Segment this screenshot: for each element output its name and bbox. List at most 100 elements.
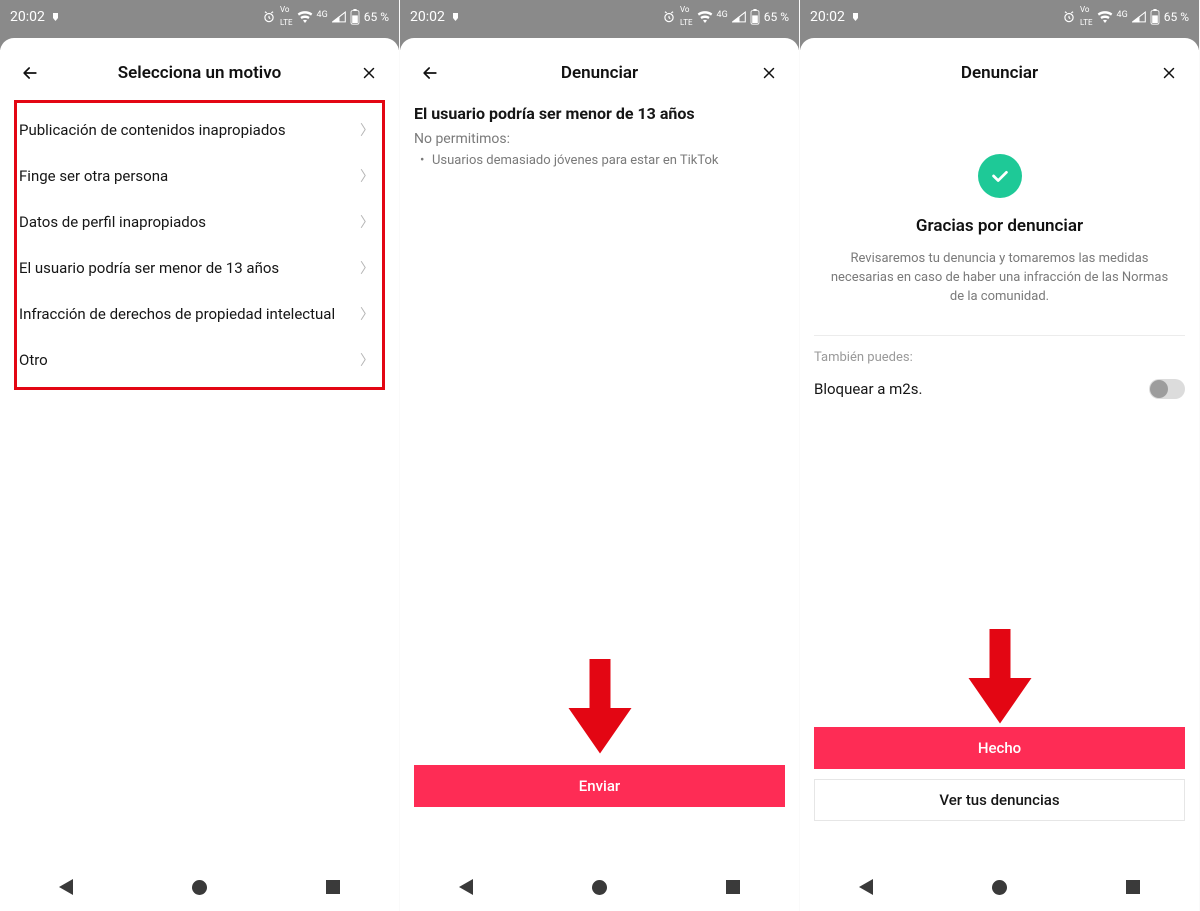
annotation-arrow-icon	[565, 659, 635, 757]
reason-label: Datos de perfil inapropiados	[19, 213, 206, 231]
also-label: También puedes:	[814, 350, 1185, 365]
content-area: Publicación de contenidos inapropiados 〉…	[0, 96, 399, 863]
chevron-right-icon: 〉	[360, 304, 374, 324]
battery-icon	[1150, 9, 1160, 25]
done-button[interactable]: Hecho	[814, 727, 1185, 769]
status-time: 20:02	[410, 9, 445, 25]
network-4g: 4G	[717, 10, 728, 20]
chevron-right-icon: 〉	[360, 120, 374, 140]
close-button[interactable]	[355, 59, 383, 87]
reason-item[interactable]: Finge ser otra persona 〉	[17, 153, 382, 199]
alarm-icon	[1062, 10, 1076, 24]
android-nav-bar	[800, 863, 1199, 911]
annotation-arrow-icon	[965, 629, 1035, 727]
alarm-icon	[262, 10, 276, 24]
battery-icon	[750, 9, 760, 25]
nav-recent-icon[interactable]	[726, 880, 740, 894]
page-title: Denunciar	[444, 63, 755, 83]
view-reports-label: Ver tus denuncias	[939, 791, 1059, 809]
nav-back-icon[interactable]	[59, 879, 73, 895]
wifi-icon	[297, 11, 313, 23]
status-bar: 20:02 VoLTE 4G 65 %	[400, 0, 799, 34]
network-label: VoLTE	[1080, 6, 1093, 28]
reason-label: Finge ser otra persona	[19, 167, 168, 185]
block-toggle[interactable]	[1149, 379, 1185, 399]
nav-recent-icon[interactable]	[326, 880, 340, 894]
reason-list-highlight: Publicación de contenidos inapropiados 〉…	[14, 100, 385, 390]
reason-label: Infracción de derechos de propiedad inte…	[19, 305, 335, 323]
page-title: Selecciona un motivo	[44, 63, 355, 83]
alarm-icon	[662, 10, 676, 24]
back-button[interactable]	[416, 59, 444, 87]
chevron-right-icon: 〉	[360, 258, 374, 278]
view-reports-button[interactable]: Ver tus denuncias	[814, 779, 1185, 821]
report-subtitle: No permitimos:	[414, 131, 785, 147]
button-area: Enviar	[414, 765, 785, 807]
phone-screen-2: 20:02 VoLTE 4G 65 % D	[400, 0, 800, 911]
content-area: El usuario podría ser menor de 13 años N…	[400, 96, 799, 863]
divider	[814, 335, 1185, 336]
chevron-right-icon: 〉	[360, 350, 374, 370]
status-bar: 20:02 VoLTE 4G 65 %	[0, 0, 399, 34]
battery-percent: 65 %	[364, 10, 389, 24]
android-nav-bar	[0, 863, 399, 911]
close-button[interactable]	[1155, 59, 1183, 87]
block-user-label: Bloquear a m2s.	[814, 380, 922, 398]
thanks-body: Revisaremos tu denuncia y tomaremos las …	[814, 250, 1185, 307]
network-label: VoLTE	[680, 6, 693, 28]
reason-item[interactable]: Datos de perfil inapropiados 〉	[17, 199, 382, 245]
signal-icon	[332, 11, 346, 23]
reason-item[interactable]: Otro 〉	[17, 337, 382, 383]
nav-home-icon[interactable]	[192, 880, 207, 895]
reason-label: Otro	[19, 351, 48, 369]
submit-button[interactable]: Enviar	[414, 765, 785, 807]
tab-curve	[0, 34, 399, 50]
back-button[interactable]	[16, 59, 44, 87]
reason-label: El usuario podría ser menor de 13 años	[19, 259, 279, 277]
android-nav-bar	[400, 863, 799, 911]
content-area: Gracias por denunciar Revisaremos tu den…	[800, 96, 1199, 863]
success-check-icon	[978, 154, 1022, 198]
signal-icon	[732, 11, 746, 23]
status-time: 20:02	[10, 9, 45, 25]
block-user-row[interactable]: Bloquear a m2s.	[814, 379, 1185, 399]
nav-home-icon[interactable]	[592, 880, 607, 895]
chevron-right-icon: 〉	[360, 212, 374, 232]
wifi-icon	[697, 11, 713, 23]
battery-icon	[350, 9, 360, 25]
reason-label: Publicación de contenidos inapropiados	[19, 121, 286, 139]
network-4g: 4G	[1117, 10, 1128, 20]
battery-percent: 65 %	[764, 10, 789, 24]
back-button-placeholder	[816, 59, 844, 87]
thanks-section: Gracias por denunciar Revisaremos tu den…	[814, 100, 1185, 399]
reason-item[interactable]: Infracción de derechos de propiedad inte…	[17, 291, 382, 337]
close-button[interactable]	[755, 59, 783, 87]
report-bullet: Usuarios demasiado jóvenes para estar en…	[414, 153, 785, 168]
app-header: Denunciar	[400, 50, 799, 96]
status-bar: 20:02 VoLTE 4G 65 %	[800, 0, 1199, 34]
battery-percent: 65 %	[1164, 10, 1189, 24]
phone-screen-3: 20:02 VoLTE 4G 65 % Denunciar	[800, 0, 1200, 911]
signal-icon	[1132, 11, 1146, 23]
network-label: VoLTE	[280, 6, 293, 28]
thanks-heading: Gracias por denunciar	[814, 216, 1185, 236]
phone-screen-1: 20:02 VoLTE 4G 65 % S	[0, 0, 400, 911]
notification-icon	[451, 11, 463, 23]
wifi-icon	[1097, 11, 1113, 23]
status-time: 20:02	[810, 9, 845, 25]
report-heading: El usuario podría ser menor de 13 años	[414, 100, 785, 131]
nav-recent-icon[interactable]	[1126, 880, 1140, 894]
reason-item[interactable]: El usuario podría ser menor de 13 años 〉	[17, 245, 382, 291]
tab-curve	[400, 34, 799, 50]
chevron-right-icon: 〉	[360, 166, 374, 186]
nav-back-icon[interactable]	[859, 879, 873, 895]
button-area: Hecho Ver tus denuncias	[814, 727, 1185, 821]
page-title: Denunciar	[844, 63, 1155, 83]
reason-item[interactable]: Publicación de contenidos inapropiados 〉	[17, 107, 382, 153]
notification-icon	[851, 11, 863, 23]
submit-label: Enviar	[579, 777, 620, 795]
tab-curve	[800, 34, 1199, 50]
nav-back-icon[interactable]	[459, 879, 473, 895]
nav-home-icon[interactable]	[992, 880, 1007, 895]
network-4g: 4G	[317, 10, 328, 20]
